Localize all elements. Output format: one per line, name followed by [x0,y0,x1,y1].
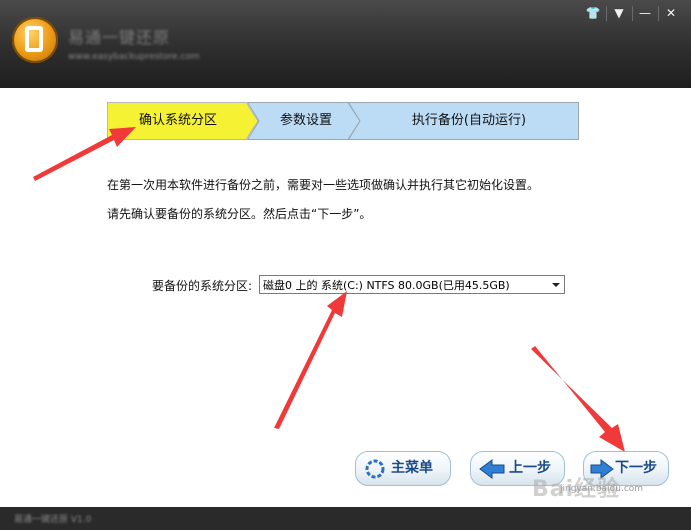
annotation-arrow-icon [531,346,625,452]
annotation-arrow-icon [274,291,347,429]
status-text: 易通一键还原 V1.0 [14,515,92,525]
watermark-url: jingyan.baidu.com [560,484,644,494]
status-bar: 易通一键还原 V1.0 [0,507,691,530]
main-menu-button[interactable]: 主菜单 [355,451,451,486]
main-menu-label: 主菜单 [391,460,433,476]
arrow-left-icon [479,459,505,479]
refresh-circle-icon [365,459,385,479]
next-step-label: 下一步 [615,460,657,476]
annotation-arrow-icon [33,127,136,181]
annotation-overlay [33,127,625,452]
